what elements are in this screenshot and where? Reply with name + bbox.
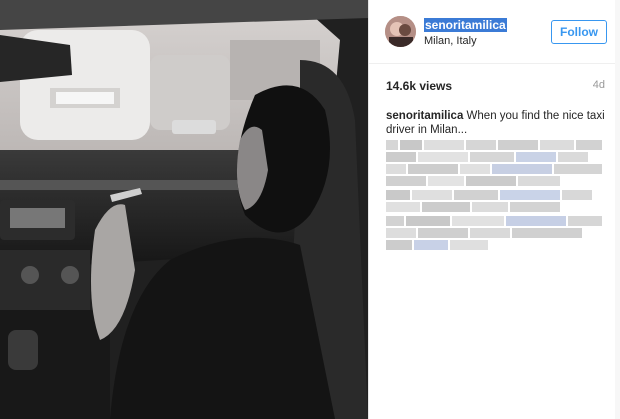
username-link[interactable]: senoritamilica [424, 18, 507, 32]
blurred-comments [386, 138, 608, 258]
taxi-photo-image [0, 0, 368, 419]
location-link[interactable]: Milan, Italy [424, 35, 477, 48]
post-header: senoritamilica Milan, Italy Follow [369, 0, 620, 64]
pixelated-redaction [386, 140, 602, 250]
avatar-image [385, 16, 416, 47]
post-details-panel: senoritamilica Milan, Italy Follow 14.6k… [368, 0, 620, 419]
post-caption: senoritamilica When you find the nice ta… [386, 109, 608, 137]
caption-username-link[interactable]: senoritamilica [386, 110, 463, 122]
post-photo[interactable] [0, 0, 368, 419]
follow-button[interactable]: Follow [551, 20, 607, 44]
post-age: 4d [592, 79, 605, 91]
view-count: 14.6k views [386, 79, 453, 93]
avatar[interactable] [385, 16, 416, 47]
scrollbar[interactable] [615, 0, 620, 419]
